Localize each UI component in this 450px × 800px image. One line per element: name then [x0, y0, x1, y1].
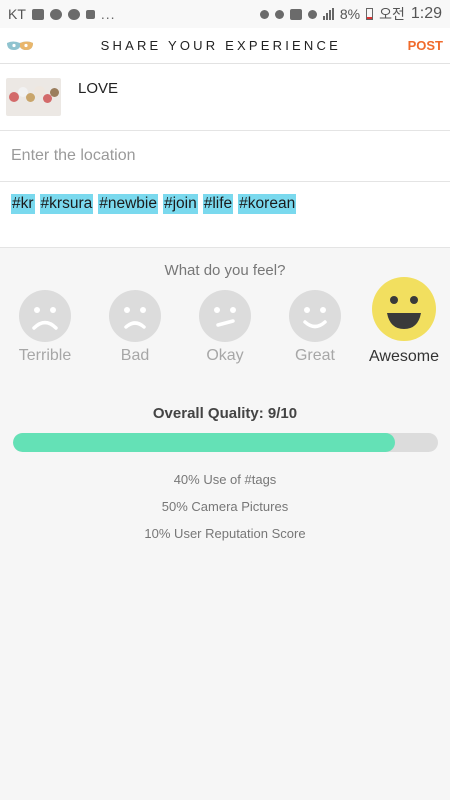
quality-progress-bar	[12, 433, 438, 452]
metric-camera: 50% Camera Pictures	[161, 499, 289, 514]
hashtag[interactable]: #kr	[11, 194, 35, 214]
hashtag[interactable]: #korean	[238, 194, 297, 214]
feeling-label: Bad	[120, 347, 150, 364]
feeling-label: Great	[294, 347, 335, 364]
hashtag[interactable]: #newbie	[98, 194, 158, 214]
location-row	[0, 131, 450, 182]
feeling-awesome[interactable]: Awesome	[360, 276, 448, 366]
chat-notification-icon	[67, 8, 80, 20]
carrier-label: KT	[8, 6, 26, 22]
post-title-row: LOVE	[0, 64, 450, 131]
feeling-label: Terrible	[18, 347, 72, 364]
quality-score: Overall Quality: 9/10	[152, 405, 298, 422]
feeling-label: Awesome	[369, 348, 439, 365]
alarm-icon	[274, 9, 284, 19]
battery-percent: 8%	[339, 6, 361, 22]
status-right: 8% 오전 1:29	[259, 4, 442, 24]
app-header: SHARE YOUR EXPERIENCE POST	[0, 28, 450, 64]
awesome-face-icon	[372, 277, 436, 341]
hashtag[interactable]: #join	[162, 194, 198, 214]
quality-metrics: 40% Use of #tags 50% Camera Pictures 10%…	[0, 466, 450, 547]
more-notifications-icon: ...	[100, 6, 116, 22]
bluetooth-icon	[259, 9, 269, 19]
status-left: KT ...	[8, 6, 116, 22]
location-input[interactable]	[11, 147, 439, 165]
clock-prefix: 오전	[379, 6, 405, 22]
post-button[interactable]: POST	[408, 38, 444, 53]
feeling-bad[interactable]: Bad	[103, 289, 167, 365]
feeling-great[interactable]: Great	[283, 289, 347, 365]
bad-face-icon	[109, 290, 161, 342]
feeling-selector: Terrible Bad Okay Great Awesome	[0, 277, 450, 399]
post-title[interactable]: LOVE	[78, 80, 118, 97]
great-face-icon	[289, 290, 341, 342]
feeling-okay[interactable]: Okay	[193, 289, 257, 365]
wifi-icon	[307, 9, 317, 19]
tags-row[interactable]: #kr #krsura #newbie #join #life #korean	[0, 182, 450, 248]
status-bar: KT ... 8% 오전 1:29	[0, 0, 450, 28]
hd-icon	[289, 8, 302, 20]
hashtag[interactable]: #life	[202, 194, 234, 214]
feeling-label: Okay	[206, 347, 244, 364]
talk-notification-icon	[49, 8, 62, 20]
terrible-face-icon	[19, 290, 71, 342]
signal-icon	[322, 8, 334, 20]
page-title: SHARE YOUR EXPERIENCE	[100, 38, 341, 53]
hashtag-list: #kr #krsura #newbie #join #life #korean	[11, 194, 439, 214]
quality-progress-fill	[12, 433, 395, 452]
mask-logo-icon[interactable]	[6, 40, 34, 52]
hashtag[interactable]: #krsura	[39, 194, 94, 214]
feeling-terrible[interactable]: Terrible	[13, 289, 77, 365]
metric-tags: 40% Use of #tags	[173, 472, 277, 487]
okay-face-icon	[199, 290, 251, 342]
pill-notification-icon	[85, 9, 95, 19]
post-thumbnail[interactable]	[6, 78, 61, 116]
image-notification-icon	[31, 8, 44, 20]
battery-icon	[366, 8, 374, 20]
metric-reputation: 10% User Reputation Score	[144, 526, 306, 541]
clock-time: 1:29	[410, 5, 442, 22]
